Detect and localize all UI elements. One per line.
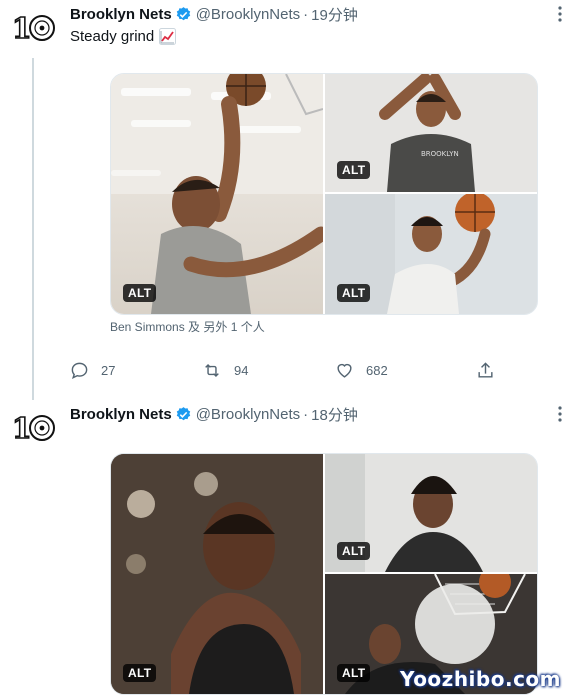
tweet-1[interactable]: 1 Brooklyn Nets @BrooklynNets · 19分钟 Ste… — [0, 0, 567, 400]
watermark-text: Yoozhibo.com — [400, 667, 561, 691]
tweet-2[interactable]: 1 Brooklyn Nets @BrooklynNets · 18分钟 ALT… — [0, 400, 567, 695]
tweet-text: Steady grind — [70, 26, 177, 46]
retweet-count: 94 — [234, 363, 249, 378]
thread-line — [32, 58, 34, 400]
reply-icon — [71, 362, 88, 379]
more-options-icon[interactable] — [551, 405, 567, 423]
chart-increasing-icon — [159, 27, 177, 45]
svg-text:1: 1 — [12, 412, 31, 442]
share-action[interactable] — [476, 361, 507, 380]
author-name[interactable]: Brooklyn Nets — [70, 6, 172, 23]
photo-1[interactable]: ALT — [111, 74, 323, 314]
tweet-timestamp[interactable]: 18分钟 — [311, 404, 358, 425]
photo-2[interactable]: ALT — [325, 454, 537, 572]
tweet-timestamp[interactable]: 19分钟 — [311, 4, 358, 25]
media-grid: ALT BROOKLYN ALT — [110, 73, 538, 315]
heart-icon — [337, 363, 352, 378]
like-action[interactable]: 682 — [335, 361, 388, 380]
author-handle[interactable]: @BrooklynNets — [196, 406, 300, 423]
separator-dot: · — [303, 5, 309, 23]
separator-dot: · — [303, 405, 309, 423]
like-count: 682 — [366, 363, 388, 378]
alt-badge[interactable]: ALT — [123, 284, 157, 302]
alt-badge[interactable]: ALT — [123, 664, 157, 682]
alt-badge[interactable]: ALT — [337, 542, 371, 560]
avatar[interactable]: 1 — [12, 412, 56, 442]
svg-text:BROOKLYN: BROOKLYN — [421, 150, 459, 158]
reply-action[interactable]: 27 — [70, 361, 115, 380]
tweet-actions: 27 94 682 — [70, 361, 510, 381]
tweet-text-content: Steady grind — [70, 27, 155, 45]
author-handle[interactable]: @BrooklynNets — [196, 6, 300, 23]
tweet-header: Brooklyn Nets @BrooklynNets · 19分钟 — [70, 4, 358, 24]
retweet-icon — [205, 363, 219, 378]
retweet-action[interactable]: 94 — [202, 361, 248, 380]
reply-count: 27 — [101, 363, 116, 378]
photo-1-illustration — [111, 74, 323, 314]
verified-badge-icon — [175, 406, 192, 423]
alt-badge[interactable]: ALT — [337, 161, 371, 179]
alt-badge[interactable]: ALT — [337, 284, 371, 302]
verified-badge-icon — [175, 6, 192, 23]
tweet-header: Brooklyn Nets @BrooklynNets · 18分钟 — [70, 404, 358, 424]
tagged-users[interactable]: Ben Simmons 及 另外 1 个人 — [110, 318, 265, 335]
photo-1[interactable]: ALT — [111, 454, 323, 694]
alt-badge[interactable]: ALT — [337, 664, 371, 682]
author-name[interactable]: Brooklyn Nets — [70, 406, 172, 423]
media-grid: ALT ALT ALT — [110, 453, 538, 695]
photo-1-illustration — [111, 454, 323, 694]
more-options-icon[interactable] — [551, 5, 567, 23]
svg-text:1: 1 — [12, 12, 31, 42]
photo-3[interactable]: ALT — [325, 194, 537, 314]
avatar[interactable]: 1 — [12, 12, 56, 42]
share-icon — [478, 362, 493, 378]
